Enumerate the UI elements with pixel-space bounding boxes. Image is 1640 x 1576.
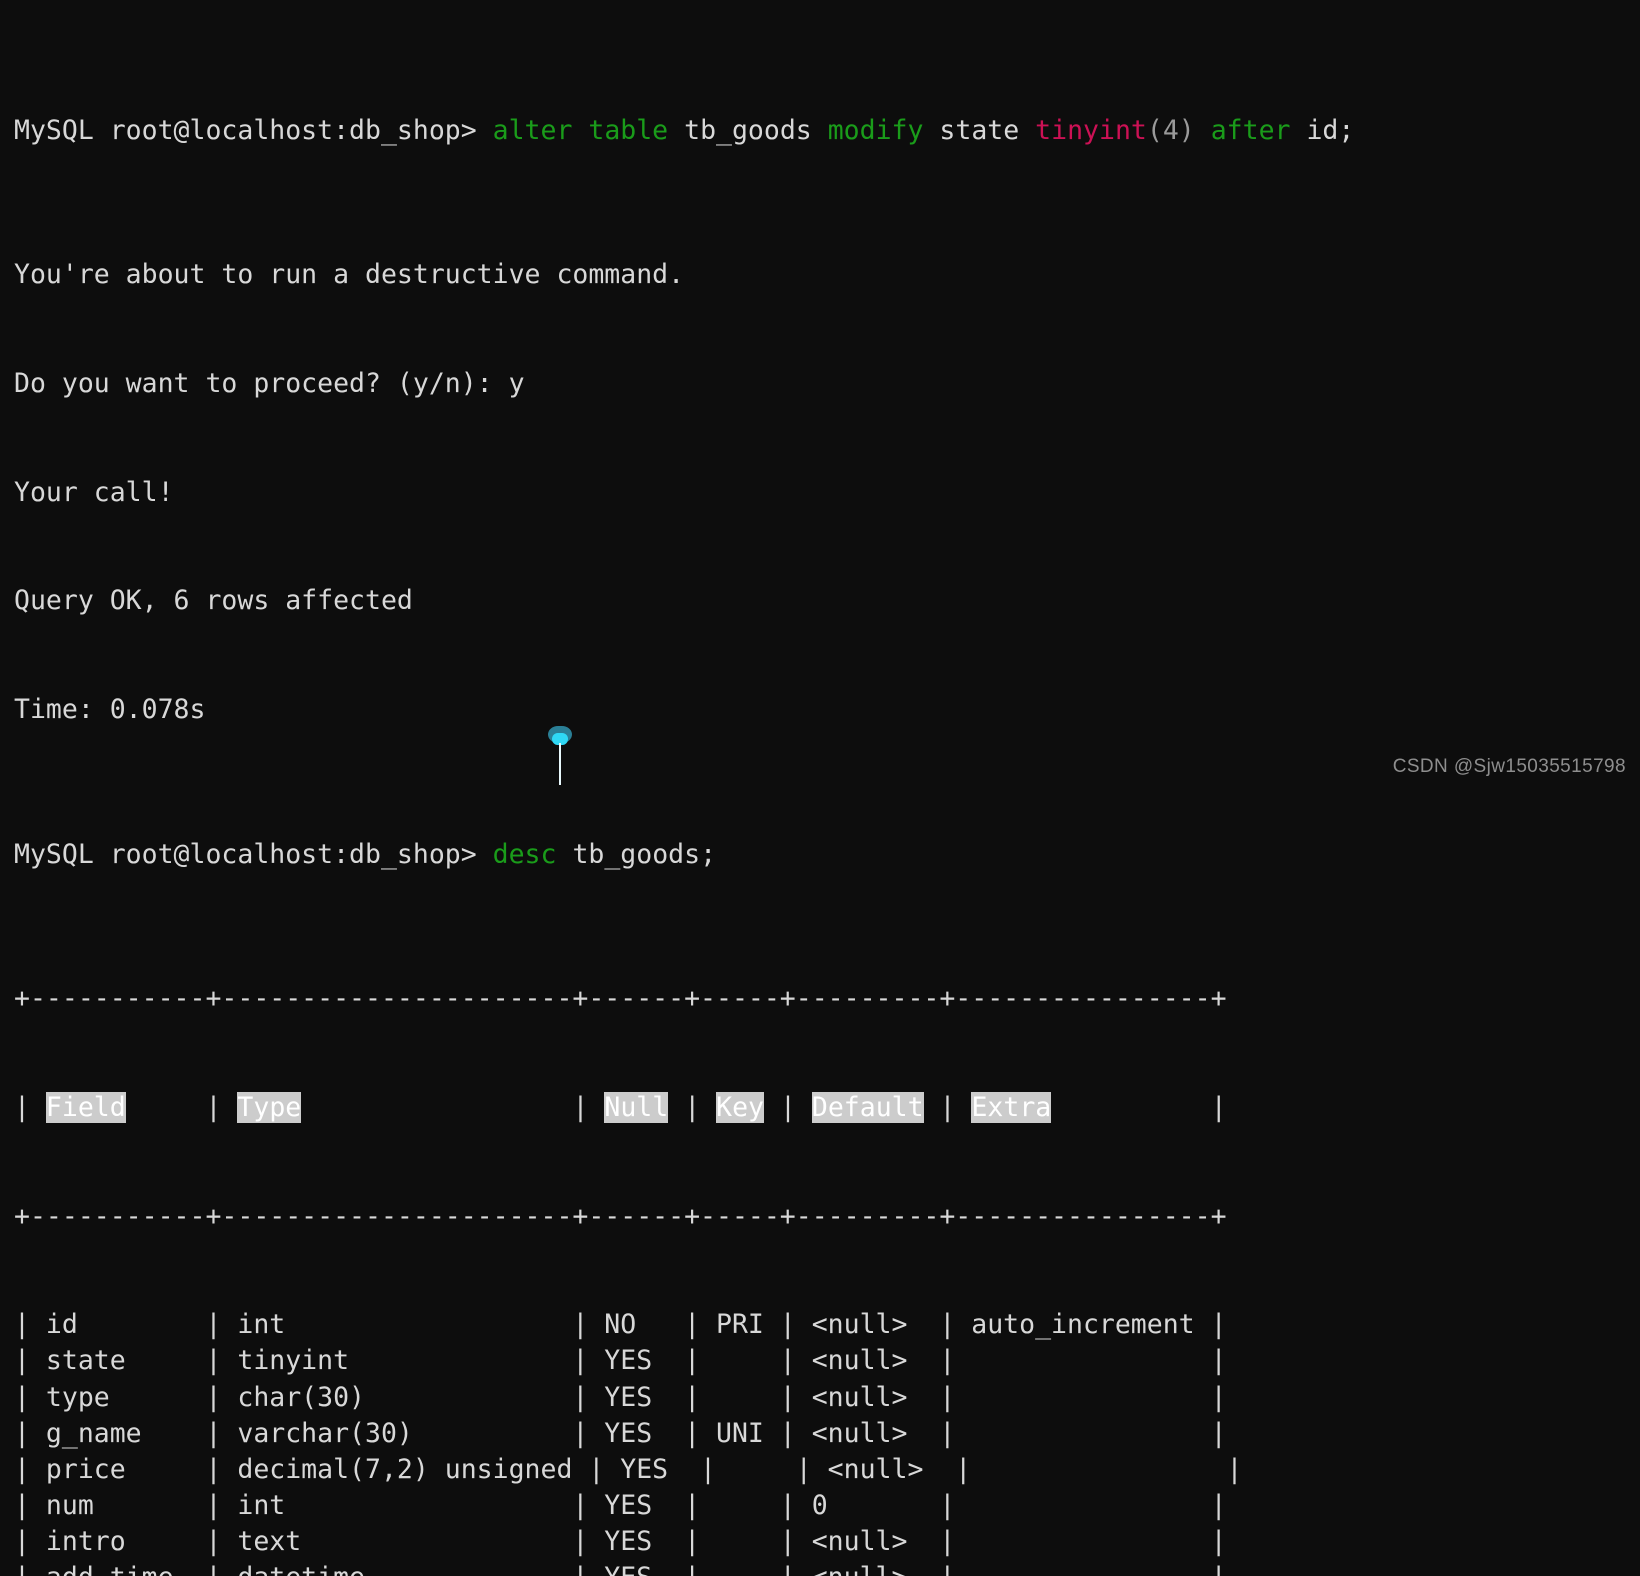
table-cell-pad: [301, 1092, 572, 1123]
table-row: | price | decimal(7,2) unsigned | YES | …: [14, 1453, 1243, 1485]
table-col-separator: |: [14, 1091, 46, 1123]
sql-table-name: tb_goods: [684, 114, 812, 146]
table-header-row: | Field | Type | Null | Key | Default | …: [14, 1090, 1640, 1126]
table-cell-pad: [764, 1092, 780, 1123]
table-row: | type | char(30) | YES | | <null> | |: [14, 1381, 1227, 1413]
query-ok-line: Query OK, 6 rows affected: [14, 585, 413, 617]
cursor-inner-dot: [552, 733, 568, 745]
table-header-default: Default: [811, 1091, 924, 1123]
proceed-confirm-line: Do you want to proceed? (y/n): y: [14, 368, 525, 399]
table-col-separator: |: [572, 1091, 605, 1123]
shell-prompt: MySQL root@localhost:db_shop>: [14, 114, 493, 146]
table-col-separator: |: [205, 1091, 238, 1123]
table-body: | id | int | NO | PRI | <null> | auto_in…: [14, 1307, 1640, 1576]
table-row: | num | int | YES | | 0 | |: [14, 1490, 1227, 1522]
table-border-header: +-----------+----------------------+----…: [14, 1200, 1227, 1232]
table-col-separator: |: [684, 1091, 717, 1123]
your-call-line: Your call!: [14, 476, 174, 508]
table-row: | id | int | NO | PRI | <null> | auto_in…: [14, 1309, 1227, 1341]
cursor-stem: [559, 743, 561, 785]
sql-table-name: tb_goods;: [572, 838, 717, 870]
sql-datatype-length: (4): [1146, 114, 1195, 146]
shell-prompt: MySQL root@localhost:db_shop>: [14, 838, 493, 870]
terminal-screen[interactable]: MySQL root@localhost:db_shop> alter tabl…: [0, 0, 1640, 1576]
command-line-desc: MySQL root@localhost:db_shop> desc tb_go…: [14, 837, 1640, 873]
sql-keyword-alter-table: alter table: [492, 114, 669, 146]
table-cell-pad: [1051, 1092, 1211, 1123]
table-col-separator: |: [1210, 1091, 1227, 1123]
mouse-cursor-marker: [548, 726, 572, 786]
table-header-null: Null: [604, 1091, 669, 1123]
destructive-warning-line: You're about to run a destructive comman…: [14, 259, 685, 291]
table-header-type: Type: [237, 1091, 302, 1123]
table-header-key: Key: [716, 1091, 764, 1123]
table-row: | intro | text | YES | | <null> | |: [14, 1526, 1227, 1558]
table-border-top: +-----------+----------------------+----…: [14, 983, 1227, 1015]
table-header-field: Field: [45, 1091, 126, 1123]
table-cell-pad: [924, 1092, 940, 1123]
sql-column-name: state: [939, 114, 1020, 146]
table-col-separator: |: [939, 1091, 972, 1123]
table-row: | add_time | datetime | YES | | <null> |…: [14, 1560, 1640, 1576]
sql-datatype-tinyint: tinyint: [1035, 114, 1147, 146]
sql-keyword-after: after: [1210, 114, 1291, 146]
table-row: | g_name | varchar(30) | YES | UNI | <nu…: [14, 1417, 1227, 1449]
table-cell-pad: [126, 1092, 206, 1123]
csdn-watermark: CSDN @Sjw15035515798: [1392, 756, 1626, 777]
table-row: | state | tinyint | YES | | <null> | |: [14, 1345, 1227, 1377]
command-line-alter: MySQL root@localhost:db_shop> alter tabl…: [14, 113, 1640, 149]
sql-reference-column: id;: [1306, 114, 1355, 146]
cursor-outer-dot: [548, 726, 572, 743]
table-col-separator: |: [779, 1091, 812, 1123]
table-header-extra: Extra: [971, 1091, 1052, 1123]
query-time-line: Time: 0.078s: [14, 693, 206, 725]
sql-keyword-modify: modify: [827, 114, 924, 146]
table-cell-pad: [668, 1092, 684, 1123]
sql-keyword-desc: desc: [492, 838, 557, 870]
